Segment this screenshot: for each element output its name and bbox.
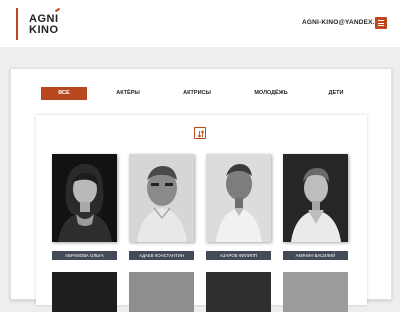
- contact-email-link[interactable]: AGNI-KINO@YANDEX.RU: [302, 19, 385, 26]
- actor-card[interactable]: АБРАМОВА ОЛЬГА: [52, 154, 117, 260]
- actor-card[interactable]: АДАЕВ КОНСТАНТИН: [129, 154, 194, 260]
- hamburger-icon: [378, 20, 384, 21]
- actor-photo[interactable]: [129, 154, 194, 242]
- tab-actresses[interactable]: АКТРИСЫ: [176, 87, 218, 100]
- actor-name[interactable]: АБРАМОВА ОЛЬГА: [52, 251, 117, 260]
- actor-card[interactable]: [283, 272, 348, 312]
- actors-grid: АБРАМОВА ОЛЬГА АДАЕВ КОНСТАНТИН АЗАРОВ Ф…: [36, 115, 367, 312]
- actor-card[interactable]: [52, 272, 117, 312]
- tab-kids[interactable]: ДЕТИ: [321, 87, 351, 100]
- logo-bar: [16, 8, 18, 40]
- logo-text-line2[interactable]: KINO: [29, 25, 59, 36]
- actor-name[interactable]: АДАЕВ КОНСТАНТИН: [129, 251, 194, 260]
- sort-button[interactable]: [194, 127, 206, 139]
- site-header: AGNI KINO AGNI-KINO@YANDEX.RU: [0, 0, 400, 47]
- actor-photo[interactable]: [52, 154, 117, 242]
- actor-card[interactable]: [206, 272, 271, 312]
- tab-youth[interactable]: МОЛОДЁЖЬ: [248, 87, 294, 100]
- tab-actors[interactable]: АКТЁРЫ: [108, 87, 148, 100]
- actor-photo[interactable]: [206, 154, 271, 242]
- logo-accent: [54, 7, 61, 13]
- menu-button[interactable]: [375, 17, 387, 29]
- actor-photo[interactable]: [283, 154, 348, 242]
- sort-arrows-icon: [197, 130, 205, 138]
- hamburger-icon-line: [378, 25, 384, 26]
- actor-photo[interactable]: [129, 272, 194, 312]
- actor-photo[interactable]: [283, 272, 348, 312]
- actor-name[interactable]: АКИНИН ВАСИЛИЙ: [283, 251, 348, 260]
- actor-card[interactable]: АКИНИН ВАСИЛИЙ: [283, 154, 348, 260]
- actor-card[interactable]: [129, 272, 194, 312]
- actor-card[interactable]: АЗАРОВ ФИЛИПП: [206, 154, 271, 260]
- hamburger-icon-line: [378, 22, 384, 24]
- actor-photo[interactable]: [206, 272, 271, 312]
- actor-photo[interactable]: [52, 272, 117, 312]
- tab-all[interactable]: ВСЕ: [41, 87, 87, 100]
- catalog-card: ВСЕ АКТЁРЫ АКТРИСЫ МОЛОДЁЖЬ ДЕТИ АБРАМОВ…: [10, 68, 392, 312]
- actor-name[interactable]: АЗАРОВ ФИЛИПП: [206, 251, 271, 260]
